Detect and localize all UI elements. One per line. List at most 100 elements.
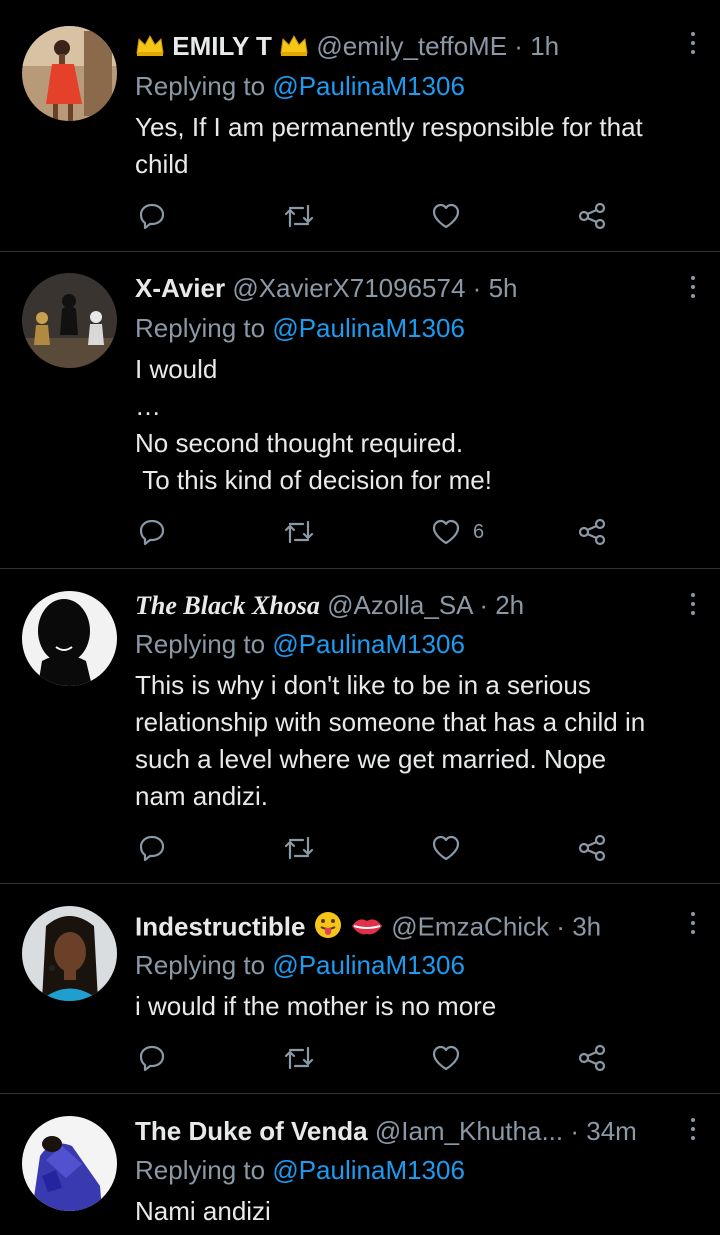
tweet-text: i would if the mother is no more [135,991,497,1021]
reply-button[interactable] [138,199,166,233]
tweet-text: This is why i don't like to be in a seri… [135,670,646,811]
more-options-icon[interactable] [688,910,698,938]
separator-dot: · [479,590,488,620]
reply-icon [139,519,165,546]
replying-to-prefix: Replying to [135,71,273,101]
mention-link[interactable]: @PaulinaM1306 [272,629,465,659]
crown-emoji-icon [135,32,165,64]
avatar[interactable] [22,273,117,368]
like-button[interactable] [431,199,473,233]
like-count: 6 [473,520,485,543]
replying-to-prefix: Replying to [135,1155,273,1185]
tweet-header: X-Avier @XavierX71096574 · 5h [135,272,518,304]
timestamp[interactable]: 5h [489,273,518,303]
retweet-icon [284,204,314,228]
heart-icon [432,1045,460,1071]
tweet-text: Nami andizi [135,1196,271,1226]
replying-to-prefix: Replying to [135,313,273,343]
retweet-button[interactable] [283,199,315,233]
heart-icon [432,835,460,861]
share-icon [578,202,606,230]
tweet[interactable]: The Black Xhosa @Azolla_SA · 2h Replying… [0,569,720,883]
display-name[interactable]: The Duke of Venda [135,1116,368,1146]
heart-icon [432,203,460,229]
reply-icon [139,835,165,862]
more-options-icon[interactable] [688,1116,698,1144]
tweet-actions [0,1041,720,1075]
handle[interactable]: @EmzaChick [391,911,549,941]
reply-button[interactable] [138,1041,166,1075]
replying-to: Replying to @PaulinaM1306 [135,312,465,344]
replying-to: Replying to @PaulinaM1306 [135,1154,465,1186]
replying-to: Replying to @PaulinaM1306 [135,628,465,660]
mention-link[interactable]: @PaulinaM1306 [272,950,465,980]
reply-icon [139,1045,165,1072]
retweet-icon [284,520,314,544]
tweet-header: The Black Xhosa @Azolla_SA · 2h [135,589,524,622]
retweet-button[interactable] [283,515,315,549]
separator-dot: · [472,273,482,303]
like-button[interactable] [431,831,473,865]
handle[interactable]: @XavierX71096574 [232,273,465,303]
handle[interactable]: @Azolla_SA [327,590,472,620]
tongue-face-emoji-icon [313,910,343,947]
retweet-button[interactable] [283,1041,315,1075]
more-options-icon[interactable] [688,30,698,58]
share-button[interactable] [578,1041,606,1075]
share-button[interactable] [578,831,606,865]
more-options-icon[interactable] [688,591,698,619]
mention-link[interactable]: @PaulinaM1306 [272,313,465,343]
reply-icon [139,203,165,230]
mention-link[interactable]: @PaulinaM1306 [272,71,465,101]
share-button[interactable] [578,199,606,233]
mention-link[interactable]: @PaulinaM1306 [272,1155,465,1185]
share-icon [578,1044,606,1072]
lips-emoji-icon [350,913,384,945]
tweet-text: I would … No second thought required. To… [135,354,492,495]
reply-button[interactable] [138,515,166,549]
replying-to-prefix: Replying to [135,629,273,659]
avatar[interactable] [22,26,117,121]
tweet-header: EMILY T @emily_teffoME · 1h [135,30,559,64]
tweet-text: Yes, If I am permanently responsible for… [135,112,643,179]
crown-emoji-icon [279,32,309,64]
display-name[interactable]: Indestructible [135,911,305,941]
retweet-button[interactable] [283,831,315,865]
display-name[interactable]: X-Avier [135,273,225,303]
tweet-actions [0,199,720,233]
timestamp[interactable]: 3h [572,911,601,941]
tweet-actions: 6 [0,515,720,549]
separator-dot: · [556,911,565,942]
reply-button[interactable] [138,831,166,865]
replying-to-prefix: Replying to [135,950,273,980]
separator-dot: · [570,1116,580,1146]
avatar[interactable] [22,906,117,1001]
timestamp[interactable]: 34m [586,1116,637,1146]
replying-to: Replying to @PaulinaM1306 [135,70,465,102]
tweet[interactable]: The Duke of Venda @Iam_Khutha... · 34m R… [0,1094,720,1235]
separator-dot: · [514,31,523,61]
more-options-icon[interactable] [688,274,698,302]
retweet-icon [284,1046,314,1070]
replying-to: Replying to @PaulinaM1306 [135,949,465,981]
tweet[interactable]: X-Avier @XavierX71096574 · 5h Replying t… [0,252,720,568]
timestamp[interactable]: 2h [495,590,524,620]
timestamp[interactable]: 1h [530,31,559,61]
share-icon [578,518,606,546]
retweet-icon [284,836,314,860]
share-icon [578,834,606,862]
heart-icon [432,519,460,545]
handle[interactable]: @Iam_Khutha... [375,1116,563,1146]
share-button[interactable] [578,515,606,549]
like-button[interactable] [431,1041,473,1075]
tweet-actions [0,831,720,865]
display-name[interactable]: The Black Xhosa [135,591,320,620]
handle[interactable]: @emily_teffoME [316,31,507,61]
like-button[interactable]: 6 [431,515,484,549]
avatar[interactable] [22,591,117,686]
tweet[interactable]: Indestructible @EmzaChick · 3h Replying … [0,884,720,1093]
tweet-header: The Duke of Venda @Iam_Khutha... · 34m [135,1115,637,1147]
tweet[interactable]: EMILY T @emily_teffoME · 1h Replying to … [0,0,720,250]
display-name[interactable]: EMILY T [172,31,272,61]
avatar[interactable] [22,1116,117,1211]
